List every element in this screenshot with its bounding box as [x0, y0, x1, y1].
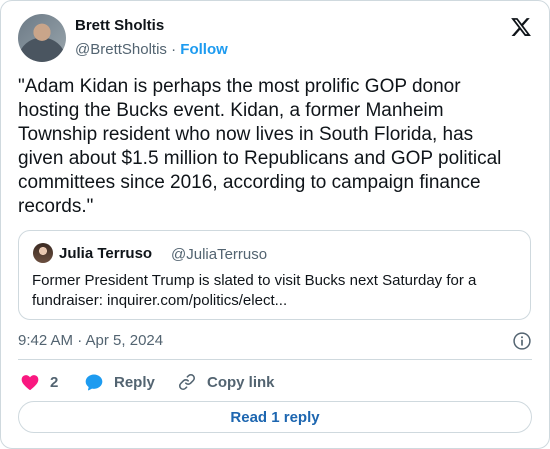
copy-link-label: Copy link — [207, 373, 275, 391]
author-handle[interactable]: @BrettSholtis — [75, 41, 167, 58]
reply-button[interactable]: Reply — [84, 370, 155, 394]
like-button[interactable]: 2 — [20, 370, 58, 394]
x-logo-icon[interactable] — [510, 16, 532, 38]
quoted-author-name: Julia Terruso — [59, 245, 153, 262]
tweet-card: Brett Sholtis @BrettSholtis · Follow "Ad… — [0, 0, 550, 449]
tweet-text: "Adam Kidan is perhaps the most prolific… — [18, 76, 502, 217]
heart-icon — [21, 375, 39, 390]
quoted-tweet-text: Former President Trump is slated to visi… — [32, 272, 477, 309]
divider — [18, 359, 532, 360]
info-icon[interactable] — [512, 331, 532, 351]
follow-button[interactable]: Follow — [180, 41, 228, 58]
author-name[interactable]: Brett Sholtis — [75, 17, 164, 34]
read-replies-button[interactable]: Read 1 reply — [18, 401, 532, 433]
quoted-tweet[interactable]: Julia Terruso @JuliaTerruso Former Presi… — [18, 230, 531, 320]
link-icon — [179, 374, 195, 390]
like-count: 2 — [50, 373, 59, 391]
speech-bubble-icon — [85, 374, 103, 391]
reply-label: Reply — [114, 373, 155, 391]
tweet-timestamp[interactable]: 9:42 AM · Apr 5, 2024 — [18, 332, 163, 349]
author-handle-row: @BrettSholtis · Follow — [75, 41, 228, 58]
copy-link-button[interactable]: Copy link — [177, 370, 275, 394]
handle-separator: · — [171, 41, 177, 58]
quoted-author-handle: @JuliaTerruso — [171, 246, 268, 263]
quoted-author-avatar — [33, 243, 53, 263]
author-avatar[interactable] — [18, 14, 66, 62]
